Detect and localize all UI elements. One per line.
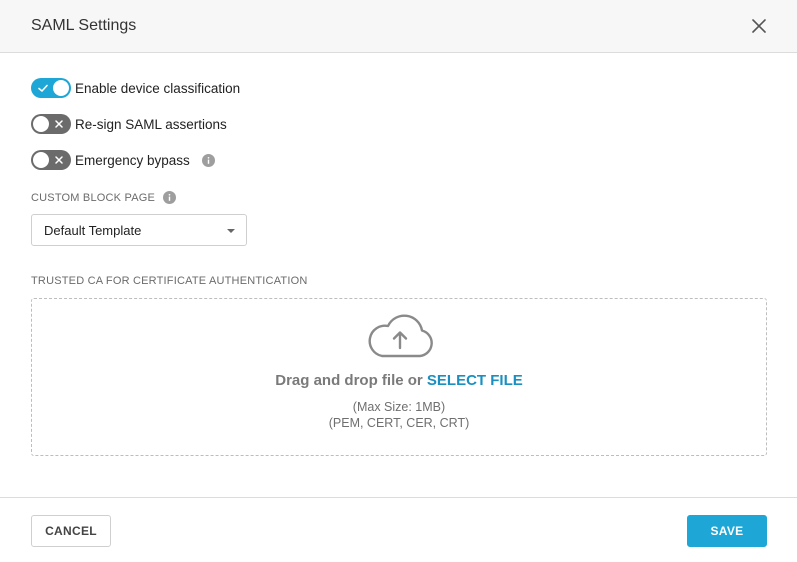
info-icon[interactable]: [163, 191, 177, 204]
custom-block-page-label-text: CUSTOM BLOCK PAGE: [31, 191, 156, 204]
x-icon: [55, 156, 63, 164]
dialog-header: SAML Settings: [0, 0, 797, 53]
toggle-row-device-classification: Enable device classification: [31, 77, 240, 99]
x-icon: [55, 120, 63, 128]
device-classification-label: Enable device classification: [75, 80, 241, 96]
custom-block-page-select[interactable]: Default Template: [31, 214, 247, 246]
resign-assertions-label: Re-sign SAML assertions: [75, 116, 227, 132]
select-file-link[interactable]: SELECT FILE: [427, 372, 523, 389]
drag-drop-text: Drag and drop file or: [275, 372, 427, 389]
toggle-row-resign-assertions: Re-sign SAML assertions: [31, 113, 227, 135]
toggle-knob: [33, 116, 49, 132]
select-value: Default Template: [44, 223, 142, 238]
toggle-knob: [33, 152, 49, 168]
drop-instructions: Drag and drop file or SELECT FILE: [32, 372, 766, 389]
cloud-upload-icon: [368, 314, 433, 358]
resign-assertions-toggle[interactable]: [31, 114, 71, 134]
footer-divider: [0, 497, 797, 498]
custom-block-page-label: CUSTOM BLOCK PAGE: [31, 191, 177, 204]
cancel-button[interactable]: CANCEL: [31, 515, 111, 547]
device-classification-toggle[interactable]: [31, 78, 71, 98]
save-button[interactable]: SAVE: [687, 515, 767, 547]
toggle-knob: [53, 80, 69, 96]
trusted-ca-label: TRUSTED CA FOR CERTIFICATE AUTHENTICATIO…: [31, 275, 308, 287]
trusted-ca-label-text: TRUSTED CA FOR CERTIFICATE AUTHENTICATIO…: [31, 275, 308, 287]
chevron-down-icon: [227, 229, 235, 233]
max-size-hint: (Max Size: 1MB): [352, 400, 446, 414]
emergency-bypass-label: Emergency bypass: [75, 152, 190, 168]
check-icon: [38, 84, 48, 92]
close-icon[interactable]: [751, 18, 767, 34]
formats-hint: (PEM, CERT, CER, CRT): [328, 416, 470, 430]
toggle-row-emergency-bypass: Emergency bypass: [31, 149, 215, 171]
saml-settings-dialog: SAML Settings Enable device classificati…: [0, 0, 797, 562]
info-icon[interactable]: [201, 153, 215, 167]
dialog-title: SAML Settings: [31, 17, 137, 34]
emergency-bypass-toggle[interactable]: [31, 150, 71, 170]
file-dropzone[interactable]: Drag and drop file or SELECT FILE (Max S…: [31, 298, 767, 456]
